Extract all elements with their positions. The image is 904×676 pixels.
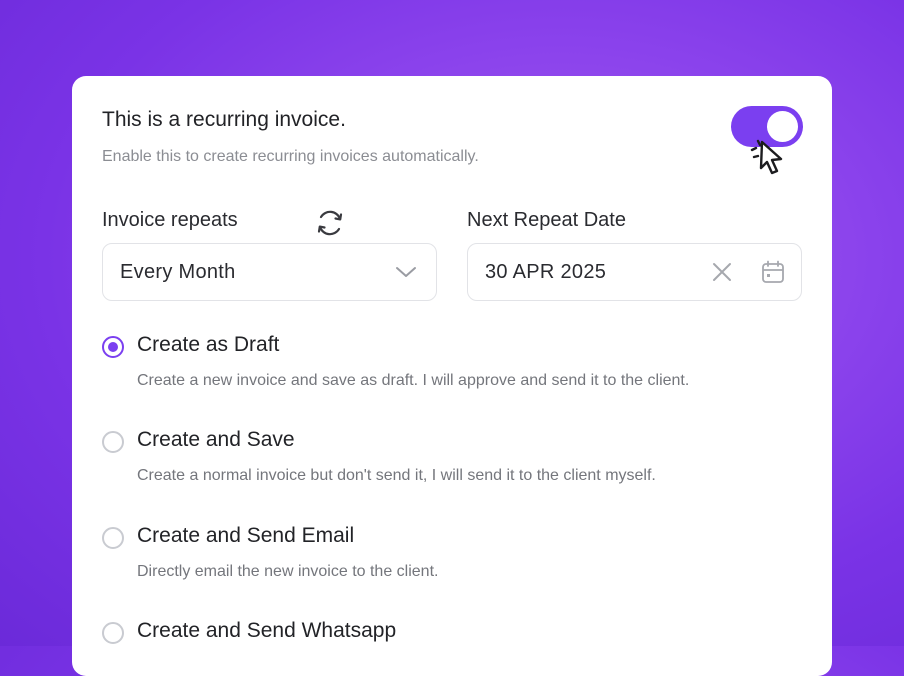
chevron-down-icon[interactable] — [395, 264, 417, 280]
mouse-pointer-icon — [750, 139, 783, 175]
invoice-repeats-label: Invoice repeats — [102, 209, 238, 231]
radio-create-and-send-email[interactable] — [102, 527, 124, 549]
option-description: Create a new invoice and save as draft. … — [137, 372, 690, 389]
next-repeat-date-field[interactable]: 30 APR 2025 — [467, 243, 802, 301]
option-description: Create a normal invoice but don't send i… — [137, 467, 656, 484]
invoice-repeats-select[interactable]: Every Month — [102, 243, 437, 301]
close-icon[interactable] — [711, 261, 733, 283]
radio-create-as-draft[interactable] — [102, 336, 124, 358]
radio-create-and-send-whatsapp[interactable] — [102, 622, 124, 644]
calendar-icon[interactable] — [761, 260, 785, 284]
invoice-repeats-value: Every Month — [120, 261, 236, 283]
recurring-title: This is a recurring invoice. — [102, 108, 346, 131]
option-label: Create as Draft — [137, 333, 280, 356]
option-description: Directly email the new invoice to the cl… — [137, 563, 439, 580]
radio-create-and-save[interactable] — [102, 431, 124, 453]
recurring-subtitle: Enable this to create recurring invoices… — [102, 148, 479, 165]
option-label: Create and Send Email — [137, 524, 355, 547]
next-repeat-date-value: 30 APR 2025 — [485, 261, 607, 283]
option-label: Create and Save — [137, 428, 295, 451]
recurring-invoice-card: This is a recurring invoice. Enable this… — [72, 76, 832, 676]
refresh-icon[interactable] — [314, 207, 346, 239]
next-repeat-date-label: Next Repeat Date — [467, 209, 626, 231]
option-label: Create and Send Whatsapp — [137, 619, 397, 642]
